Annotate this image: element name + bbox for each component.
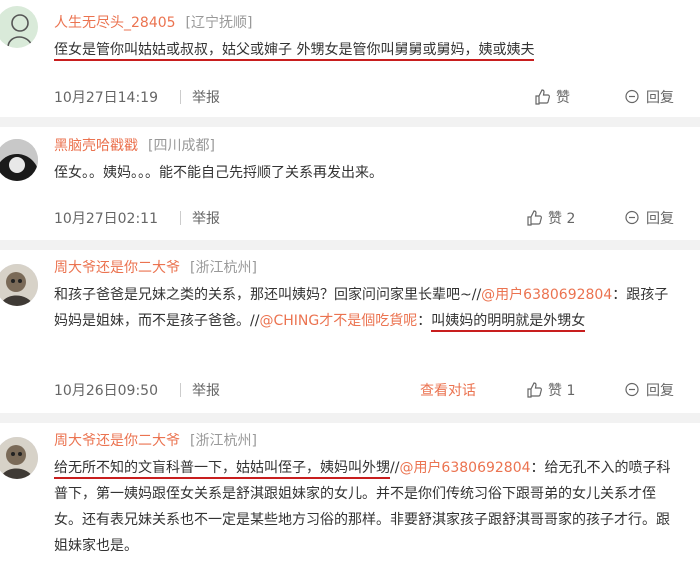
location: [辽宁抚顺] <box>185 15 253 31</box>
underlined-text: 给无所不知的文盲科普一下，姑姑叫侄子，姨妈叫外甥 <box>54 460 390 479</box>
comment-icon <box>625 210 639 225</box>
username-text[interactable]: 周大爷还是你二大爷 <box>54 433 180 449</box>
username-text[interactable]: 黑脑壳哈戳戳 <box>54 138 138 154</box>
reply-button[interactable]: 回复 <box>624 87 674 107</box>
avatar[interactable] <box>0 437 38 479</box>
like-button[interactable]: 赞 2 <box>526 208 575 228</box>
comment-text: 和孩子爸爸是兄妹之类的关系，那还叫姨妈？回家问问家里长辈吧~//@用户63806… <box>54 282 680 334</box>
comment-3: 周大爷还是你二大爷 [浙江杭州] 和孩子爸爸是兄妹之类的关系，那还叫姨妈？回家问问… <box>0 250 700 413</box>
username[interactable]: 黑脑壳哈戳戳 [四川成都] <box>54 135 215 155</box>
location: [浙江杭州] <box>190 433 257 449</box>
username-text[interactable]: 周大爷还是你二大爷 <box>54 260 180 276</box>
like-button[interactable]: 赞 1 <box>526 380 575 400</box>
reply-button[interactable]: 回复 <box>624 208 674 228</box>
thumbs-up-icon <box>527 210 542 226</box>
timestamp: 10月27日14:19 <box>54 90 158 106</box>
report-button[interactable]: 举报 <box>180 208 220 228</box>
separator <box>0 117 700 127</box>
reply-label: 回复 <box>646 211 674 227</box>
timestamp: 10月26日09:50 <box>54 383 158 399</box>
comment-text-part: 和孩子爸爸是兄妹之类的关系，那还叫姨妈？回家问问家里长辈吧~// <box>54 287 482 303</box>
report-button[interactable]: 举报 <box>180 87 220 107</box>
mention-link[interactable]: @CHING才不是個吃貨呢 <box>259 313 417 329</box>
comment-icon <box>625 382 639 397</box>
username-text[interactable]: 人生无尽头_28405 <box>54 15 176 31</box>
timestamp: 10月27日02:11 <box>54 211 158 227</box>
like-label: 赞 1 <box>548 383 576 399</box>
underlined-text: 叫姨妈的明明就是外甥女 <box>431 313 586 332</box>
avatar[interactable] <box>0 6 38 48</box>
mention-link[interactable]: @用户6380692804 <box>481 287 612 303</box>
like-label: 赞 <box>556 90 570 106</box>
comment-meta: 10月27日14:19 举报 赞 回复 <box>54 87 690 111</box>
comment-text: 给无所不知的文盲科普一下，姑姑叫侄子，姨妈叫外甥//@用户6380692804：… <box>54 455 680 559</box>
username[interactable]: 人生无尽头_28405 [辽宁抚顺] <box>54 12 252 32</box>
comment-icon <box>625 89 639 104</box>
thumbs-up-icon <box>535 89 550 105</box>
separator <box>0 240 700 250</box>
avatar[interactable] <box>0 139 38 181</box>
comment-2: 黑脑壳哈戳戳 [四川成都] 侄女。。姨妈。。。能不能自己先捋顺了关系再发出来。 1… <box>0 127 700 240</box>
mention-link[interactable]: @用户6380692804 <box>399 460 530 476</box>
comment-text: 侄女。。姨妈。。。能不能自己先捋顺了关系再发出来。 <box>54 160 680 186</box>
reply-button[interactable]: 回复 <box>624 380 674 400</box>
report-button[interactable]: 举报 <box>180 380 220 400</box>
thumbs-up-icon <box>527 382 542 398</box>
comment-text: 侄女是管你叫姑姑或叔叔，姑父或婶子 外甥女是管你叫舅舅或舅妈，姨或姨夫 <box>54 37 680 63</box>
comment-meta: 10月27日02:11 举报 赞 2 回复 <box>54 208 690 232</box>
avatar[interactable] <box>0 264 38 306</box>
comment-text-part: ： <box>417 313 432 329</box>
reply-label: 回复 <box>646 383 674 399</box>
separator <box>0 413 700 423</box>
comment-text-content: 侄女。。姨妈。。。能不能自己先捋顺了关系再发出来。 <box>54 165 383 181</box>
underlined-text: 侄女是管你叫姑姑或叔叔，姑父或婶子 外甥女是管你叫舅舅或舅妈，姨或姨夫 <box>54 42 535 61</box>
like-label: 赞 2 <box>548 211 576 227</box>
username[interactable]: 周大爷还是你二大爷 [浙江杭州] <box>54 257 257 277</box>
location: [四川成都] <box>148 138 215 154</box>
comment-4: 周大爷还是你二大爷 [浙江杭州] 给无所不知的文盲科普一下，姑姑叫侄子，姨妈叫外甥… <box>0 423 700 578</box>
comment-1: 人生无尽头_28405 [辽宁抚顺] 侄女是管你叫姑姑或叔叔，姑父或婶子 外甥女是… <box>0 0 700 117</box>
location: [浙江杭州] <box>190 260 257 276</box>
comment-meta: 10月26日09:50 举报 查看对话 赞 1 回复 <box>54 380 690 404</box>
like-button[interactable]: 赞 <box>534 87 570 107</box>
username[interactable]: 周大爷还是你二大爷 [浙江杭州] <box>54 430 257 450</box>
reply-label: 回复 <box>646 90 674 106</box>
view-conversation-link[interactable]: 查看对话 <box>420 380 476 400</box>
